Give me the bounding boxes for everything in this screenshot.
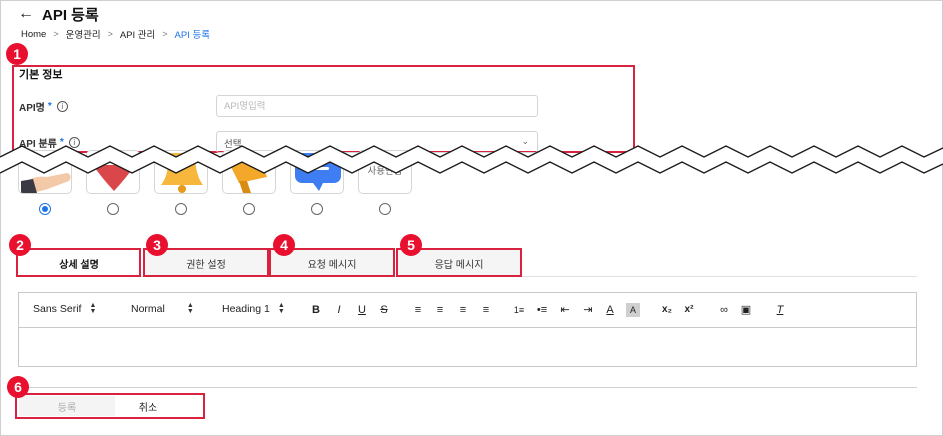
indent-icon[interactable]: ⇥	[581, 303, 595, 317]
subscript-icon[interactable]: x₂	[660, 303, 674, 317]
icon-radio-megaphone[interactable]	[243, 203, 255, 215]
icon-radio-bell[interactable]	[175, 203, 187, 215]
text-color-icon[interactable]: A	[603, 303, 617, 317]
callout-badge-4: 4	[273, 234, 295, 256]
ordered-list-icon[interactable]: 1≡	[512, 303, 526, 317]
breadcrumb-operations[interactable]: 운영관리	[66, 27, 101, 41]
chevron-right-icon: >	[107, 29, 113, 39]
breadcrumb: Home > 운영관리 > API 관리 > API 등록	[21, 27, 210, 42]
font-size-value: Normal	[131, 303, 165, 315]
underline-icon[interactable]: U	[355, 303, 369, 317]
callout-badge-2: 2	[9, 234, 31, 256]
callout-box-2	[16, 248, 141, 277]
image-icon[interactable]: ▣	[739, 303, 753, 317]
font-family-value: Sans Serif	[33, 303, 82, 315]
breadcrumb-home[interactable]: Home	[21, 29, 46, 40]
editor-content[interactable]	[19, 329, 916, 366]
rich-text-editor: Sans Serif ▲ ▼ Normal ▲ ▼ Heading 1 ▲ ▼ B I…	[18, 292, 917, 367]
select-arrows-icon: ▲ ▼	[89, 302, 97, 315]
editor-toolbar: Sans Serif ▲ ▼ Normal ▲ ▼ Heading 1 ▲ ▼ B I…	[19, 293, 916, 328]
icon-radio-none[interactable]	[379, 203, 391, 215]
icon-radio-chat[interactable]	[311, 203, 323, 215]
divider	[18, 387, 917, 388]
font-size-select[interactable]: Normal ▲ ▼	[131, 302, 194, 315]
chevron-right-icon: >	[53, 29, 59, 39]
break-separator	[0, 145, 943, 174]
page-header: ← API 등록	[18, 4, 99, 24]
page-title: API 등록	[42, 6, 99, 24]
background-color-icon[interactable]: A	[626, 303, 640, 317]
align-center-icon[interactable]: ≡	[433, 303, 447, 317]
align-justify-icon[interactable]: ≡	[479, 303, 493, 317]
italic-icon[interactable]: I	[332, 303, 346, 317]
api-name-label-text: API명	[19, 103, 45, 114]
heading-select[interactable]: Heading 1 ▲ ▼	[222, 302, 285, 315]
select-arrows-icon: ▲ ▼	[277, 302, 285, 315]
font-family-select[interactable]: Sans Serif ▲ ▼	[33, 302, 97, 315]
superscript-icon[interactable]: x²	[682, 303, 696, 317]
arrow-left-icon[interactable]: ←	[18, 5, 34, 23]
outdent-icon[interactable]: ⇤	[558, 303, 572, 317]
api-name-input[interactable]	[216, 95, 538, 117]
align-right-icon[interactable]: ≡	[456, 303, 470, 317]
clear-format-icon[interactable]: T	[773, 303, 787, 317]
icon-radio-heart[interactable]	[107, 203, 119, 215]
callout-badge-6: 6	[7, 376, 29, 398]
callout-badge-5: 5	[400, 234, 422, 256]
bold-icon[interactable]: B	[309, 303, 323, 317]
select-arrows-icon: ▲ ▼	[186, 302, 194, 315]
section-title: 기본 정보	[19, 69, 63, 81]
callout-badge-3: 3	[146, 234, 168, 256]
strikethrough-icon[interactable]: S	[377, 303, 391, 317]
required-mark: *	[47, 101, 52, 112]
chevron-right-icon: >	[162, 29, 168, 39]
api-name-label: API명 * i	[19, 99, 68, 114]
callout-box-6	[15, 393, 205, 419]
align-left-icon[interactable]: ≡	[411, 303, 425, 317]
breadcrumb-api-management[interactable]: API 관리	[120, 27, 155, 41]
icon-radio-hand[interactable]	[39, 203, 51, 215]
heading-value: Heading 1	[222, 303, 270, 315]
breadcrumb-current: API 등록	[174, 30, 210, 41]
info-icon[interactable]: i	[56, 101, 68, 112]
callout-badge-1: 1	[6, 43, 28, 65]
bullet-list-icon[interactable]: •≡	[535, 303, 549, 317]
link-icon[interactable]: ∞	[717, 303, 731, 317]
